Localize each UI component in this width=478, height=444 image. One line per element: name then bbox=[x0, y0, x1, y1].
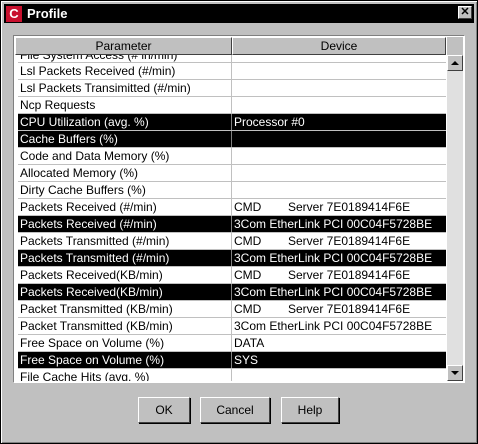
parameter-cell: Packets Received (#/min) bbox=[18, 199, 232, 215]
title-bar[interactable]: C Profile ✕ bbox=[4, 4, 474, 23]
device-cell bbox=[232, 63, 446, 79]
device-cell bbox=[232, 182, 446, 198]
profile-dialog: C Profile ✕ File System Access (# in/min… bbox=[0, 0, 478, 444]
cancel-button[interactable]: Cancel bbox=[200, 397, 270, 423]
header-corner bbox=[447, 37, 463, 55]
table-row[interactable]: Packets Received(KB/min) 3Com EtherLink P… bbox=[18, 284, 446, 301]
table-row[interactable]: Packets Received (#/min) CMD Server 7E018… bbox=[18, 199, 446, 216]
parameter-cell: CPU Utilization (avg. %) bbox=[18, 114, 232, 130]
device-cell: 3Com EtherLink PCI 00C04F5728BE bbox=[234, 217, 433, 231]
table-row[interactable]: Packet Transmitted (KB/min) 3Com EtherLin… bbox=[18, 318, 446, 335]
device-cell: 3Com EtherLink PCI 00C04F5728BE bbox=[234, 285, 433, 299]
parameter-cell: Packets Transmitted (#/min) bbox=[18, 250, 232, 266]
table-row[interactable]: Allocated Memory (%) bbox=[18, 165, 446, 182]
dialog-buttons: OK Cancel Help bbox=[1, 397, 478, 425]
device-cell bbox=[232, 165, 446, 181]
parameter-cell: Packets Transmitted (#/min) bbox=[18, 233, 232, 249]
device-cell: SYS bbox=[234, 353, 259, 367]
parameter-cell: Ncp Requests bbox=[18, 97, 232, 113]
device-cell bbox=[232, 80, 446, 96]
column-header-parameter[interactable]: Parameter bbox=[15, 37, 232, 55]
device-cell: 3Com EtherLink PCI 00C04F5728BE bbox=[234, 251, 433, 265]
parameter-cell: Lsl Packets Transimitted (#/min) bbox=[18, 80, 232, 96]
device-cell: CMD Server 7E0189414F6E bbox=[234, 234, 411, 248]
table-row[interactable]: File Cache Hits (avg. %) bbox=[18, 369, 446, 381]
table-row[interactable]: Code and Data Memory (%) bbox=[18, 148, 446, 165]
window-title: Profile bbox=[27, 6, 68, 21]
table-row[interactable]: Dirty Cache Buffers (%) bbox=[18, 182, 446, 199]
table-viewport: File System Access (# in/min) Lsl Packet… bbox=[15, 37, 446, 381]
table-header: Parameter Device bbox=[15, 37, 446, 55]
table-row[interactable]: Free Space on Volume (%) SYS bbox=[18, 352, 446, 369]
device-cell: Processor #0 bbox=[234, 115, 305, 129]
device-cell: CMD Server 7E0189414F6E bbox=[234, 200, 411, 214]
device-cell bbox=[232, 369, 446, 381]
arrow-down-icon bbox=[451, 371, 459, 375]
table-row[interactable]: Ncp Requests bbox=[18, 97, 446, 114]
device-cell: DATA bbox=[234, 336, 265, 350]
parameter-cell: Free Space on Volume (%) bbox=[18, 352, 232, 368]
device-cell: 3Com EtherLink PCI 00C04F5728BE bbox=[234, 319, 433, 333]
device-cell: CMD Server 7E0189414F6E bbox=[234, 302, 411, 316]
table-row[interactable]: Packets Transmitted (#/min) CMD Server 7E… bbox=[18, 233, 446, 250]
table-row-partial[interactable]: File System Access (# in/min) bbox=[18, 55, 446, 63]
table-body: File System Access (# in/min) Lsl Packet… bbox=[18, 55, 446, 381]
table-row[interactable]: Packets Received(KB/min) CMD Server 7E018… bbox=[18, 267, 446, 284]
parameter-cell: Lsl Packets Received (#/min) bbox=[18, 63, 232, 79]
parameter-cell: Free Space on Volume (%) bbox=[18, 335, 232, 351]
parameter-cell: Code and Data Memory (%) bbox=[18, 148, 232, 164]
device-cell bbox=[232, 97, 446, 113]
arrow-up-icon bbox=[451, 61, 459, 65]
device-cell: CMD Server 7E0189414F6E bbox=[234, 268, 411, 282]
ok-button[interactable]: OK bbox=[138, 397, 190, 423]
parameter-cell: Packets Received (#/min) bbox=[18, 216, 232, 232]
parameter-cell: Packets Received(KB/min) bbox=[18, 284, 232, 300]
table-row[interactable]: Lsl Packets Received (#/min) bbox=[18, 63, 446, 80]
scroll-up-button[interactable] bbox=[447, 55, 463, 71]
help-button[interactable]: Help bbox=[281, 397, 339, 423]
parameter-cell: File Cache Hits (avg. %) bbox=[18, 369, 232, 381]
device-cell bbox=[232, 131, 446, 147]
close-button[interactable]: ✕ bbox=[458, 6, 472, 19]
table-row[interactable]: Packets Received (#/min) 3Com EtherLink P… bbox=[18, 216, 446, 233]
parameter-cell: Dirty Cache Buffers (%) bbox=[18, 182, 232, 198]
parameter-table: File System Access (# in/min) Lsl Packet… bbox=[13, 35, 465, 383]
device-cell bbox=[232, 55, 446, 62]
app-logo-icon: C bbox=[6, 5, 22, 22]
table-row[interactable]: Packet Transmitted (KB/min) CMD Server 7E… bbox=[18, 301, 446, 318]
parameter-cell: Allocated Memory (%) bbox=[18, 165, 232, 181]
table-row[interactable]: Lsl Packets Transimitted (#/min) bbox=[18, 80, 446, 97]
scroll-down-button[interactable] bbox=[447, 365, 463, 381]
table-row[interactable]: Free Space on Volume (%) DATA bbox=[18, 335, 446, 352]
vertical-scrollbar[interactable] bbox=[447, 37, 463, 381]
table-row[interactable]: Packets Transmitted (#/min) 3Com EtherLin… bbox=[18, 250, 446, 267]
close-icon: ✕ bbox=[460, 6, 470, 18]
parameter-cell: Cache Buffers (%) bbox=[18, 131, 232, 147]
device-cell bbox=[232, 148, 446, 164]
parameter-cell: Packets Received(KB/min) bbox=[18, 267, 232, 283]
parameter-cell: File System Access (# in/min) bbox=[18, 55, 232, 62]
parameter-cell: Packet Transmitted (KB/min) bbox=[18, 318, 232, 334]
table-row[interactable]: Cache Buffers (%) bbox=[18, 131, 446, 148]
parameter-cell: Packet Transmitted (KB/min) bbox=[18, 301, 232, 317]
table-row[interactable]: CPU Utilization (avg. %) Processor #0 bbox=[18, 114, 446, 131]
column-header-device[interactable]: Device bbox=[232, 37, 446, 55]
